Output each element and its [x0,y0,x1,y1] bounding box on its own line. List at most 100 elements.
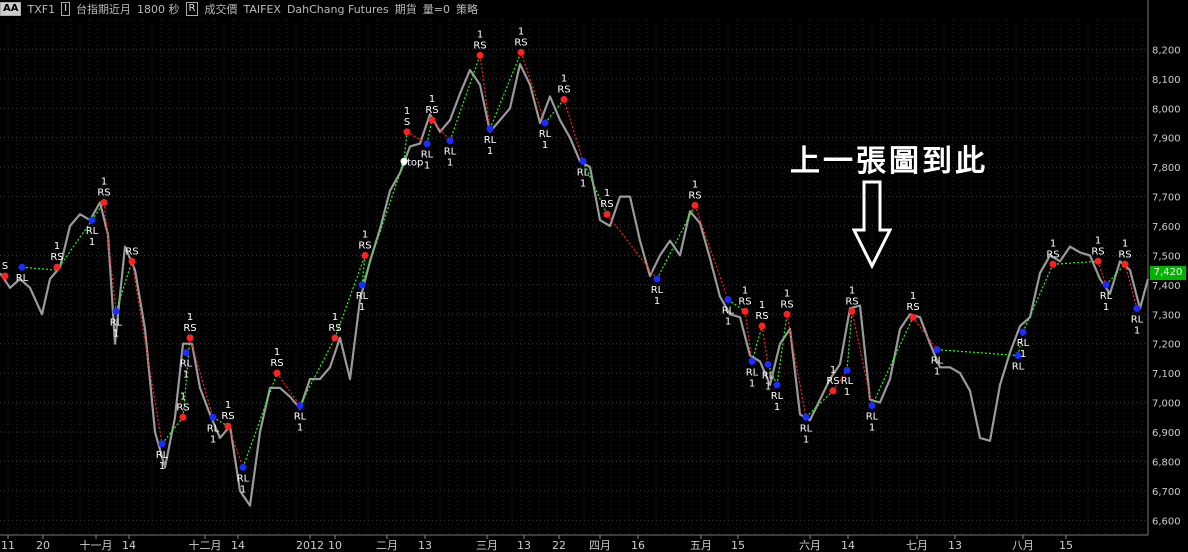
signal-label: RS [358,240,371,251]
signal-label: RL [841,376,854,387]
y-tick-label: 7,300 [1152,310,1181,321]
strategy-segment [694,205,729,300]
signal-label: RS [425,105,438,116]
signal-marker [1019,328,1027,336]
x-tick-label: 10 [328,539,342,552]
signal-qty: 1 [1050,238,1056,249]
signal-qty: 1 [1095,235,1101,246]
signal-marker [802,413,810,421]
signal-qty: 1 [225,400,231,411]
signal-qty: 1 [1103,302,1109,313]
x-tick-label: 十一月 [80,538,113,552]
signal-label: RS [906,302,919,313]
signal-marker [541,119,549,127]
strategy-segment [489,52,522,130]
signal-qty: 1 [774,402,780,413]
x-tick-label: 十二月 [189,538,222,552]
signal-label: RL [866,412,879,423]
signal-label: RL [771,391,784,402]
price-chart[interactable]: 6,600 6,700 6,800 6,900 7,000 7,100 7,200 7,300… [0,0,1188,552]
y-tick-label: 7,000 [1152,399,1181,410]
signal-marker [53,263,61,271]
signal-marker [182,349,190,357]
signal-marker [783,310,791,318]
signal-label: RS [514,37,527,48]
signal-qty: 1 [561,73,567,84]
x-tick-label: 14 [122,539,136,552]
signal-qty: 1 [1122,238,1128,249]
signal-marker [88,216,96,224]
signal-qty: 1 [803,434,809,445]
signal-label: RL [931,356,944,367]
signal-marker [691,201,699,209]
signal-qty: 1 [784,288,790,299]
signal-label: RS [755,311,768,322]
signal-label: RL [1100,291,1113,302]
y-tick-label: 8,100 [1152,75,1181,86]
signal-marker [653,275,661,283]
signal-qty: 1 [187,312,193,323]
down-arrow-icon [852,180,892,270]
signal-qty: 1 [429,94,435,105]
signal-label: RS [557,84,570,95]
signal-qty: 1 [101,176,107,187]
x-tick-label: 13 [517,539,531,552]
signal-label: RS [50,252,63,263]
signal-qty: 1 [274,347,280,358]
signal-qty: 1 [742,285,748,296]
x-tick-label: 2012 [296,539,324,552]
signal-qty: 1 [542,140,548,151]
x-tick-label: 15 [731,539,745,552]
strategy-segment [761,325,769,365]
y-tick-label: 6,900 [1152,428,1181,439]
strategy-segment [606,213,658,280]
signal-qty: 1 [113,328,119,339]
signal-qty: 1 [183,370,189,381]
signal-qty: 1 [934,367,940,378]
x-tick-label: 13 [418,539,432,552]
x-tick-label: 七月 [906,539,928,552]
signal-qty: 1 [910,291,916,302]
signal-marker [517,48,525,56]
signal-label: RS [97,187,110,198]
signal-label: RL [1131,314,1144,325]
y-tick-label: 7,100 [1152,369,1181,380]
signal-qty: 1 [404,106,410,117]
y-tick-label: 7,600 [1152,222,1181,233]
x-tick-label: 14 [841,539,855,552]
signal-label: RL [651,285,664,296]
signal-label: RS [1118,249,1131,260]
signal-qty: 1 [692,179,698,190]
signal-qty: 1 [89,237,95,248]
signal-marker [1121,260,1129,268]
signal-label: RS [125,246,138,257]
x-tick-label: 20 [36,539,50,552]
signal-marker [909,313,917,321]
signal-label: RL [722,306,735,317]
signal-marker [403,128,411,136]
signal-label: RS [688,190,701,201]
signal-marker [224,422,232,430]
signal-label: RL [762,370,775,381]
y-tick-label: 6,800 [1152,457,1181,468]
x-tick-label: 四月 [589,539,611,552]
signal-marker [186,334,194,342]
signal-marker [933,346,941,354]
signal-qty: 1 [297,423,303,434]
signal-marker [446,137,454,145]
signal-label: RL [444,147,457,158]
signal-marker [603,210,611,218]
x-tick-label: 16 [631,539,645,552]
signal-qty: 1 [830,365,836,376]
signal-label: RL [156,450,169,461]
signal-marker [829,387,837,395]
y-tick-label: 7,400 [1152,281,1181,292]
signal-marker [868,402,876,410]
signal-marker [361,251,369,259]
signal-label: RS [270,358,283,369]
signal-qty: 1 [749,378,755,389]
signal-label: RL [16,273,29,284]
y-tick-label: 7,200 [1152,340,1181,351]
strategy-segment [449,55,481,141]
signal-label: RS [473,40,486,51]
